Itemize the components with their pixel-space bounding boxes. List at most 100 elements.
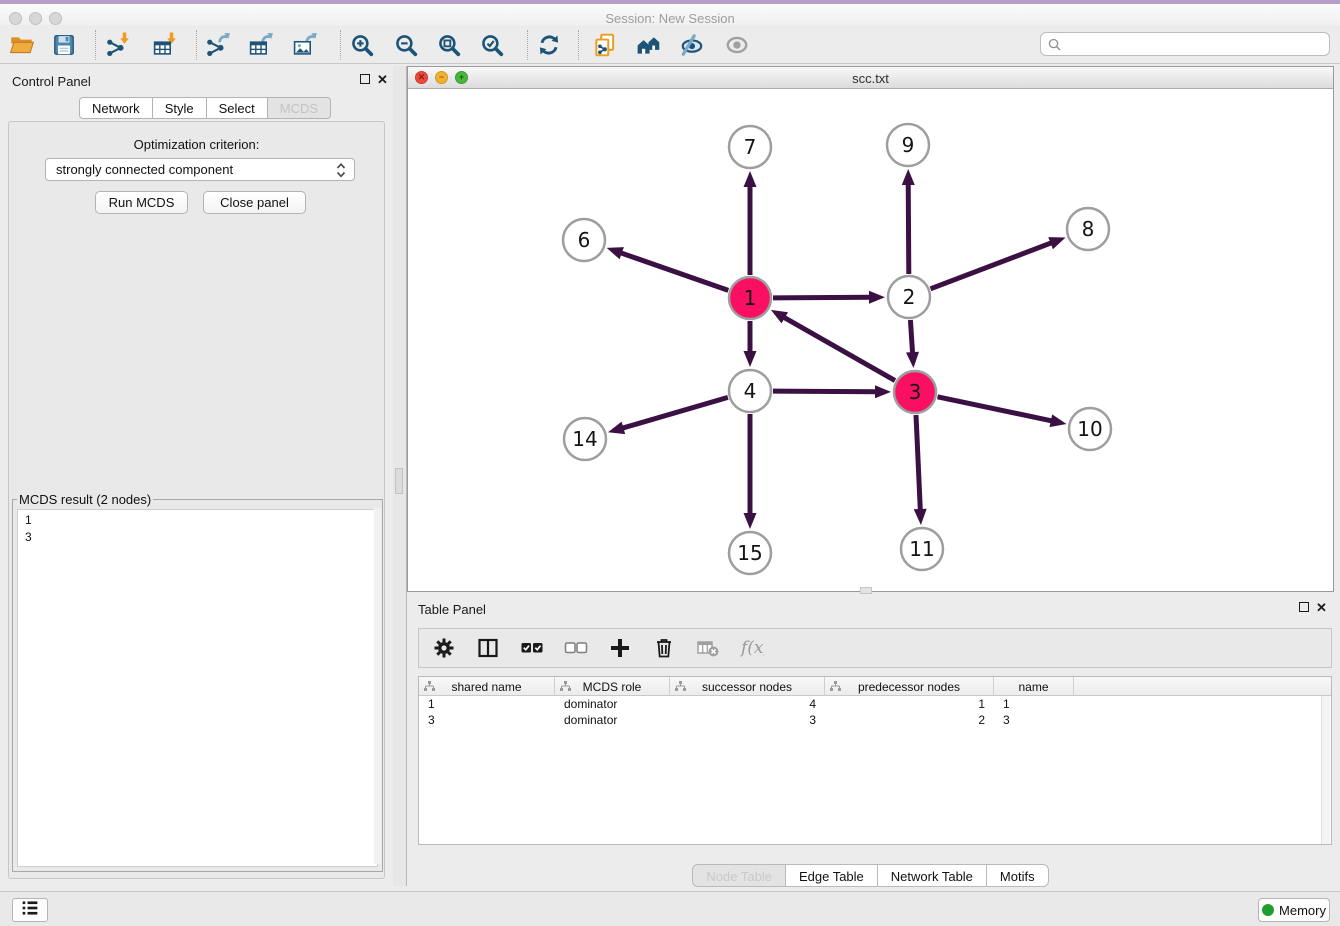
tab-node-table[interactable]: Node Table <box>692 864 786 887</box>
graph-node-8[interactable]: 8 <box>1067 208 1109 250</box>
run-mcds-button[interactable]: Run MCDS <box>95 191 188 214</box>
delete-column-button[interactable] <box>649 633 679 663</box>
tab-mcds[interactable]: MCDS <box>268 97 331 119</box>
tab-network[interactable]: Network <box>79 97 153 119</box>
graph-node-4[interactable]: 4 <box>729 370 771 412</box>
task-list-icon <box>20 899 40 922</box>
graph-node-7[interactable]: 7 <box>729 126 771 168</box>
graph-node-6[interactable]: 6 <box>563 219 605 261</box>
zoom-fit-button[interactable] <box>431 28 467 62</box>
tab-select[interactable]: Select <box>207 97 268 119</box>
save-session-button[interactable] <box>46 28 82 62</box>
unselect-all-columns-button[interactable] <box>561 633 591 663</box>
table-row[interactable]: 3dominator323 <box>419 712 1331 728</box>
table-scrollbar[interactable] <box>1321 696 1330 844</box>
graphics-details-icon <box>724 32 750 58</box>
column-header-shared-name[interactable]: shared name <box>419 677 555 696</box>
graph-edge-4-3[interactable] <box>773 391 878 392</box>
tab-edge-table[interactable]: Edge Table <box>785 864 878 887</box>
table-cell[interactable]: 1 <box>825 696 994 712</box>
graph-edge-3-11[interactable] <box>916 415 920 512</box>
table-cell[interactable]: 3 <box>419 712 555 728</box>
task-history-button[interactable] <box>12 898 48 922</box>
column-header-name[interactable]: name <box>994 677 1074 696</box>
graph-edge-2-8[interactable] <box>931 242 1054 289</box>
column-header-MCDS-role[interactable]: MCDS role <box>555 677 670 696</box>
export-table-button[interactable] <box>243 28 279 62</box>
graph-edge-arrow <box>1048 237 1065 249</box>
split-panel-button[interactable] <box>473 633 503 663</box>
settings-gear-button[interactable] <box>429 633 459 663</box>
graph-node-3[interactable]: 3 <box>894 371 936 413</box>
dropdown-stepper-icon <box>336 162 346 182</box>
table-cell[interactable]: 1 <box>419 696 555 712</box>
style-visibility-button[interactable] <box>674 28 710 62</box>
import-table-button[interactable] <box>147 28 183 62</box>
column-header-predecessor-nodes[interactable]: predecessor nodes <box>825 677 994 696</box>
graph-node-11[interactable]: 11 <box>901 528 943 570</box>
graph-node-15[interactable]: 15 <box>729 532 771 574</box>
tab-network-table[interactable]: Network Table <box>877 864 987 887</box>
graph-edge-2-3[interactable] <box>910 320 912 355</box>
mcds-result-scrollbar[interactable] <box>374 508 381 864</box>
graph-edge-1-2[interactable] <box>773 297 872 298</box>
graph-node-10[interactable]: 10 <box>1069 408 1111 450</box>
table-cell[interactable]: dominator <box>555 712 670 728</box>
home-view-button[interactable] <box>631 28 667 62</box>
criterion-dropdown[interactable]: strongly connected component <box>45 158 355 181</box>
table-cell[interactable]: 1 <box>994 696 1074 712</box>
table-cell[interactable]: 4 <box>670 696 825 712</box>
table-cell[interactable]: 3 <box>670 712 825 728</box>
graph-node-2[interactable]: 2 <box>888 276 930 318</box>
tab-style[interactable]: Style <box>153 97 207 119</box>
main-toolbar <box>0 25 1340 64</box>
graph-node-1[interactable]: 1 <box>729 277 771 319</box>
close-panel-button[interactable]: Close panel <box>203 191 306 214</box>
sort-hierarchy-icon <box>560 681 571 695</box>
graph-edge-1-6[interactable] <box>619 252 728 290</box>
column-header-successor-nodes[interactable]: successor nodes <box>670 677 825 696</box>
refresh-view-button[interactable] <box>531 28 567 62</box>
node-label: 9 <box>902 133 915 157</box>
delete-table-icon <box>696 636 720 660</box>
table-cell[interactable]: 2 <box>825 712 994 728</box>
memory-button[interactable]: Memory <box>1258 898 1330 922</box>
export-image-button[interactable] <box>287 28 323 62</box>
mcds-result-title: MCDS result (2 nodes) <box>17 492 153 507</box>
zoom-in-button[interactable] <box>344 28 380 62</box>
zoom-out-button[interactable] <box>388 28 424 62</box>
zoom-selected-button[interactable] <box>474 28 510 62</box>
function-builder-button: f(x) <box>737 633 767 663</box>
vertical-splitter[interactable] <box>393 66 407 886</box>
select-all-columns-button[interactable] <box>517 633 547 663</box>
graph-node-9[interactable]: 9 <box>887 124 929 166</box>
search-input[interactable] <box>1065 33 1329 55</box>
import-network-button[interactable] <box>100 28 136 62</box>
table-cell[interactable]: dominator <box>555 696 670 712</box>
sort-hierarchy-icon <box>830 681 841 695</box>
mcds-result-group: MCDS result (2 nodes) 1 3 <box>12 492 383 872</box>
graph-edge-arrow <box>608 422 625 435</box>
table-row[interactable]: 1dominator411 <box>419 696 1331 712</box>
clone-network-button[interactable] <box>587 28 623 62</box>
add-column-button[interactable] <box>605 633 635 663</box>
network-canvas[interactable]: 7 9 6 8 1 2 4 3 14 10 15 11 <box>408 89 1333 592</box>
tab-motifs[interactable]: Motifs <box>986 864 1049 887</box>
open-session-button[interactable] <box>4 28 40 62</box>
graph-edge-3-1[interactable] <box>782 316 895 380</box>
table-cell[interactable]: 3 <box>994 712 1074 728</box>
graph-node-14[interactable]: 14 <box>564 418 606 460</box>
graph-edge-2-9[interactable] <box>908 182 909 274</box>
table-panel-float-button[interactable] <box>1299 602 1309 612</box>
function-builder-icon: f(x) <box>740 636 764 660</box>
graph-edge-3-10[interactable] <box>938 397 1054 422</box>
graph-edge-arrow <box>744 171 757 187</box>
horizontal-splitter-handle[interactable] <box>860 587 872 594</box>
graph-edge-4-14[interactable] <box>621 397 728 428</box>
control-panel-close-button[interactable]: ✕ <box>377 74 388 85</box>
export-network-button[interactable] <box>200 28 236 62</box>
control-panel-float-button[interactable] <box>360 74 370 84</box>
mcds-result-textarea[interactable]: 1 3 <box>17 509 378 867</box>
splitter-handle[interactable] <box>395 468 403 494</box>
table-panel-close-button[interactable]: ✕ <box>1316 602 1327 613</box>
